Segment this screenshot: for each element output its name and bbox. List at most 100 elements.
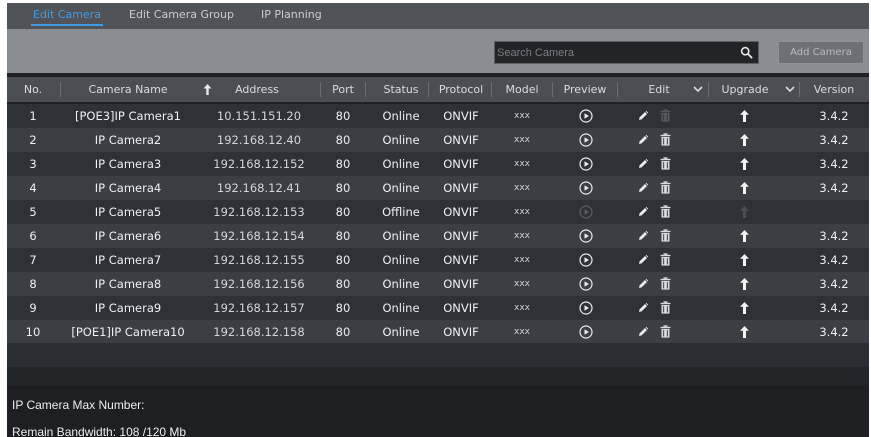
tab-edit-camera-group[interactable]: Edit Camera Group [129,8,234,21]
pencil-icon[interactable] [637,302,649,314]
cell-protocol: ONVIF [443,301,479,315]
header-no[interactable]: No. [12,77,54,102]
cell-port: 80 [335,157,351,171]
cell-model: xxx [514,159,530,169]
header-port[interactable]: Port [323,77,363,102]
cell-no: 10 [25,325,41,339]
header-camera-name[interactable]: Camera Name [67,77,189,102]
trash-icon[interactable] [660,133,671,146]
header-model[interactable]: Model [495,77,549,102]
column-divider [428,82,429,97]
trash-icon[interactable] [660,301,671,314]
header-upgrade[interactable]: Upgrade [713,77,777,102]
cell-model: xxx [514,135,530,145]
play-icon[interactable] [579,133,593,147]
cell-name: [POE3]IP Camera1 [75,109,181,123]
table-row[interactable]: 1 [POE3]IP Camera1 10.151.151.20 80 Online ON… [7,104,869,128]
tab-edit-camera[interactable]: Edit Camera [31,8,103,26]
cell-version: 3.4.2 [819,229,849,243]
cell-protocol: ONVIF [443,325,479,339]
play-icon[interactable] [579,229,593,243]
pencil-icon[interactable] [637,182,649,194]
header-protocol[interactable]: Protocol [431,77,491,102]
arrow-up-icon[interactable] [740,134,749,146]
pencil-icon[interactable] [637,326,649,338]
column-divider [60,82,61,97]
play-icon[interactable] [579,277,593,291]
cell-address: 192.168.12.41 [216,181,302,195]
play-icon[interactable] [579,157,593,171]
pencil-icon[interactable] [637,278,649,290]
cell-no: 4 [29,181,37,195]
pencil-icon[interactable] [637,134,649,146]
trash-icon[interactable] [660,253,671,266]
header-status[interactable]: Status [371,77,431,102]
cell-no: 6 [29,229,37,243]
trash-icon[interactable] [660,109,671,122]
trash-icon[interactable] [660,229,671,242]
cell-version: 3.4.2 [819,157,849,171]
arrow-up-icon[interactable] [740,302,749,314]
play-icon[interactable] [579,325,593,339]
search-input[interactable] [497,43,735,62]
search-icon[interactable] [740,46,753,59]
chevron-down-icon[interactable] [785,86,795,93]
play-icon[interactable] [579,301,593,315]
arrow-up-icon[interactable] [740,278,749,290]
arrow-up-icon[interactable] [740,254,749,266]
trash-icon[interactable] [660,157,671,170]
cell-address: 192.168.12.154 [213,229,305,243]
play-icon[interactable] [579,253,593,267]
add-camera-button[interactable]: Add Camera [778,41,864,64]
info-footer: IP Camera Max Number: Remain Bandwidth: … [7,385,869,437]
pencil-icon[interactable] [637,254,649,266]
pencil-icon[interactable] [637,158,649,170]
cell-model: xxx [514,207,530,217]
play-icon[interactable] [579,109,593,123]
table-row[interactable]: 2 IP Camera2 192.168.12.40 80 Online ONVIF xxx… [7,128,869,152]
arrow-up-icon[interactable] [740,182,749,194]
table-row[interactable]: 5 IP Camera5 192.168.12.153 80 Offline ONVIF x… [7,200,869,224]
arrow-up-icon[interactable] [740,326,749,338]
column-divider [491,82,492,97]
sort-arrow-up-icon[interactable] [203,84,212,95]
chevron-down-icon[interactable] [693,86,703,93]
cell-name: IP Camera3 [94,157,162,171]
cell-status: Online [382,229,420,243]
table-row[interactable]: 4 IP Camera4 192.168.12.41 80 Online ONVIF xxx… [7,176,869,200]
header-edit[interactable]: Edit [635,77,683,102]
arrow-up-icon[interactable] [740,158,749,170]
pencil-icon[interactable] [637,206,649,218]
play-icon[interactable] [579,181,593,195]
table-row[interactable]: 3 IP Camera3 192.168.12.152 80 Online ONVIF xx… [7,152,869,176]
cell-status: Online [382,325,420,339]
cell-model: xxx [514,303,530,313]
table-row[interactable]: 7 IP Camera7 192.168.12.155 80 Online ONVIF xx… [7,248,869,272]
trash-icon[interactable] [660,277,671,290]
cell-model: xxx [514,255,530,265]
cell-name: IP Camera8 [94,277,162,291]
column-divider [320,82,321,97]
cell-no: 5 [29,205,37,219]
table-row[interactable]: 8 IP Camera8 192.168.12.156 80 Online ONVIF xx… [7,272,869,296]
header-address[interactable]: Address [219,77,295,102]
pencil-icon[interactable] [637,230,649,242]
header-version[interactable]: Version [805,77,863,102]
header-preview[interactable]: Preview [555,77,615,102]
cell-model: xxx [514,183,530,193]
tab-ip-planning[interactable]: IP Planning [261,8,322,21]
trash-icon[interactable] [660,205,671,218]
pencil-icon[interactable] [637,110,649,122]
trash-icon[interactable] [660,325,671,338]
table-row[interactable]: 6 IP Camera6 192.168.12.154 80 Online ONVIF xx… [7,224,869,248]
cell-no: 1 [29,109,37,123]
cell-version: 3.4.2 [819,325,849,339]
table-row[interactable]: 10 [POE1]IP Camera10 192.168.12.158 80 Onlin… [7,320,869,344]
column-divider [552,82,553,97]
table-row[interactable]: 9 IP Camera9 192.168.12.157 80 Online ONVIF xx… [7,296,869,320]
cell-model: xxx [514,111,530,121]
arrow-up-icon[interactable] [740,110,749,122]
cell-no: 2 [29,133,37,147]
trash-icon[interactable] [660,181,671,194]
arrow-up-icon[interactable] [740,230,749,242]
